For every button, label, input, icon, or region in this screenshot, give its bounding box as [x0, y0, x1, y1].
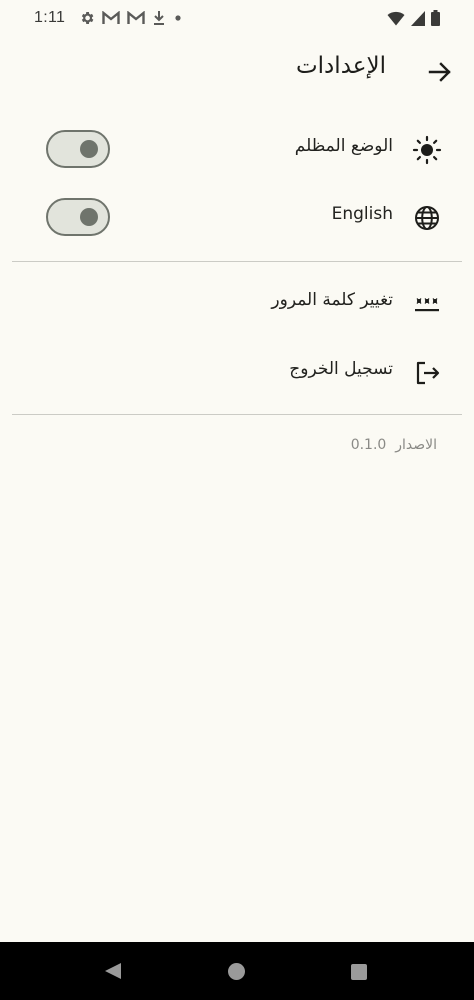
- version-info: الاصدار 0.1.0: [351, 437, 437, 453]
- language-row[interactable]: English: [0, 186, 474, 248]
- settings-icon: [81, 12, 94, 24]
- version-number: 0.1.0: [350, 437, 387, 453]
- language-switch[interactable]: [46, 198, 110, 236]
- system-nav-bar: [0, 942, 474, 1000]
- password-icon: [412, 289, 442, 319]
- nav-recents-icon[interactable]: [351, 964, 367, 980]
- battery-icon: [431, 10, 440, 26]
- status-time: 1:11: [34, 9, 66, 26]
- gmail-icon: [127, 11, 145, 24]
- switch-thumb: [80, 208, 98, 226]
- system-icons: [387, 10, 440, 26]
- status-bar: 1:11: [0, 0, 474, 38]
- page-title: الإعدادات: [296, 53, 386, 79]
- divider: [12, 414, 462, 415]
- wifi-icon: [387, 11, 405, 25]
- divider: [12, 261, 462, 262]
- back-button[interactable]: [426, 58, 454, 86]
- version-label: الاصدار: [395, 437, 437, 453]
- language-label: English: [331, 204, 393, 224]
- app-bar: الإعدادات: [0, 48, 474, 92]
- gmail-icon: [102, 11, 120, 24]
- dot-icon: [175, 15, 181, 21]
- dark-mode-row[interactable]: الوضع المظلم: [0, 118, 474, 180]
- download-icon: [154, 11, 164, 25]
- logout-row[interactable]: تسجيل الخروج: [0, 341, 474, 403]
- logout-icon: [412, 358, 442, 388]
- dark-mode-label: الوضع المظلم: [294, 136, 393, 156]
- logout-label: تسجيل الخروج: [289, 359, 393, 379]
- switch-thumb: [80, 140, 98, 158]
- sun-icon: [412, 135, 442, 165]
- dark-mode-switch[interactable]: [46, 130, 110, 168]
- globe-icon: [412, 203, 442, 233]
- signal-icon: [411, 10, 425, 26]
- notification-icons: [79, 10, 183, 26]
- change-password-label: تغيير كلمة المرور: [271, 290, 393, 310]
- nav-home-icon[interactable]: [228, 963, 245, 980]
- arrow-right-icon: [428, 62, 451, 82]
- change-password-row[interactable]: تغيير كلمة المرور: [0, 272, 474, 334]
- nav-back-icon[interactable]: [104, 962, 122, 980]
